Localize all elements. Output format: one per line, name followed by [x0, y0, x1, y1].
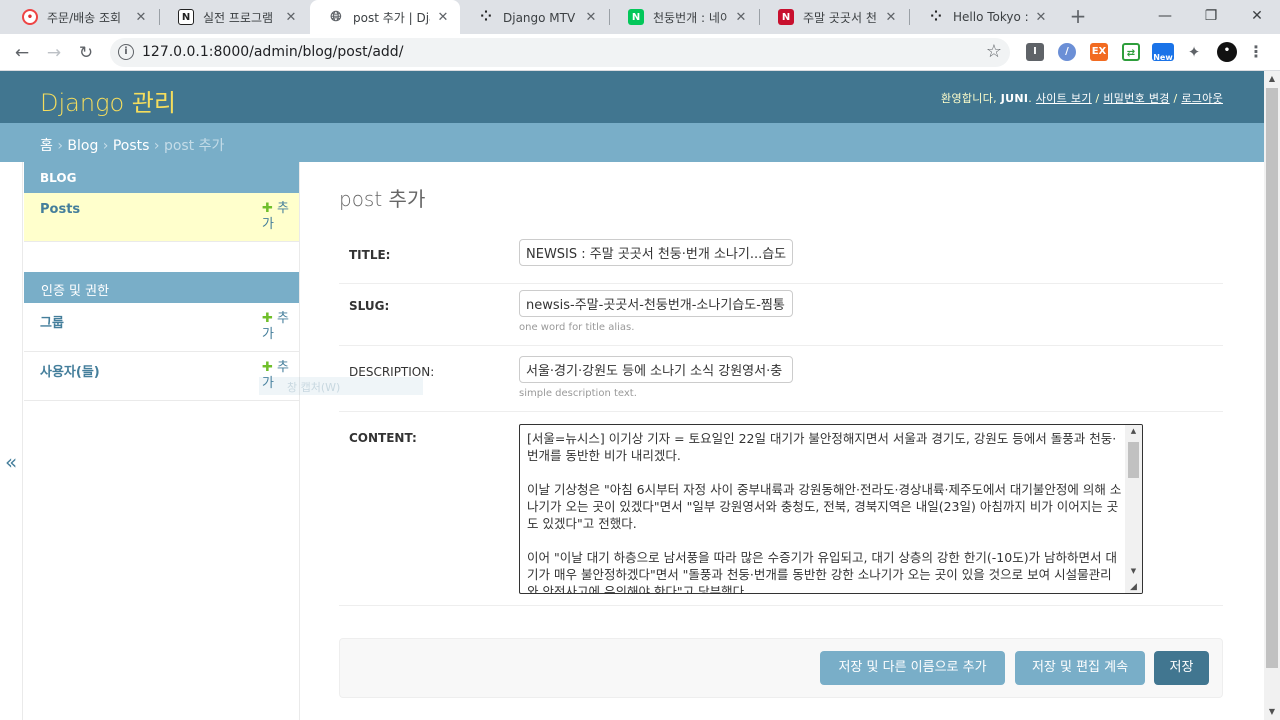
plus-icon: ✚ [262, 311, 273, 326]
page-scrollbar[interactable]: ▲ ▼ [1264, 71, 1280, 720]
close-tab-icon[interactable]: ✕ [1034, 10, 1048, 25]
shop-icon: • [22, 9, 38, 25]
form-row-slug: SLUG: one word for title alias. [339, 284, 1223, 346]
close-tab-icon[interactable]: ✕ [884, 10, 898, 25]
plus-icon: ✚ [262, 201, 273, 216]
form-row-description: DESCRIPTION: simple description text. [339, 346, 1223, 412]
form-row-content: CONTENT: [서울=뉴시스] 이기상 기자 = 토요일인 22일 대기가 … [339, 412, 1223, 606]
info-icon[interactable]: i [118, 44, 134, 60]
site-brand[interactable]: Django 관리 [40, 83, 176, 118]
bookmark-star-icon[interactable]: ☆ [986, 41, 1002, 62]
scroll-up-icon[interactable]: ▲ [1264, 71, 1280, 87]
avatar[interactable]: • [1217, 42, 1237, 62]
close-window-button[interactable]: ✕ [1234, 0, 1280, 34]
module-caption-blog[interactable]: BLOG [24, 162, 299, 193]
logout-link[interactable]: 로그아웃 [1181, 92, 1223, 105]
browser-tab[interactable]: N 천둥번개 : 네이 ✕ [610, 0, 758, 34]
toggle-sidebar-icon[interactable]: « [5, 450, 17, 474]
page-title: post 추가 [339, 187, 426, 211]
back-button[interactable]: ← [10, 41, 34, 65]
breadcrumb-posts[interactable]: Posts [113, 138, 150, 154]
admin-header: Django 관리 환영합니다, JUNI. 사이트 보기 / 비밀번호 변경 … [0, 71, 1264, 123]
close-tab-icon[interactable]: ✕ [436, 10, 450, 25]
user-tools: 환영합니다, JUNI. 사이트 보기 / 비밀번호 변경 / 로그아웃 [941, 92, 1223, 105]
sidebar-item-posts: Posts ✚ 추가 [24, 193, 299, 242]
close-tab-icon[interactable]: ✕ [284, 10, 298, 25]
browser-tab[interactable]: N 실전 프로그램 ✕ [160, 0, 308, 34]
new-tab-button[interactable]: + [1066, 5, 1090, 29]
sidebar-item-groups: 그룹 ✚ 추가 [24, 303, 299, 352]
minimize-button[interactable]: — [1142, 0, 1188, 34]
description-label: DESCRIPTION: [349, 365, 435, 379]
save-and-continue-button[interactable]: 저장 및 편집 계속 [1015, 651, 1145, 685]
url-text: 127.0.0.1:8000/admin/blog/post/add/ [142, 44, 404, 60]
content-textarea[interactable]: [서울=뉴시스] 이기상 기자 = 토요일인 22일 대기가 불안정해지면서 서… [519, 424, 1143, 594]
breadcrumb-home[interactable]: 홈 [40, 138, 53, 154]
save-and-add-another-button[interactable]: 저장 및 다른 이름으로 추가 [820, 651, 1005, 685]
module-caption-auth[interactable]: 인증 및 권한 [24, 272, 299, 303]
extension-icon[interactable]: I [1026, 43, 1044, 61]
browser-toolbar: ← → ↻ i 127.0.0.1:8000/admin/blog/post/a… [0, 34, 1280, 71]
browser-tab[interactable]: • 주문/배송 조회 ✕ [4, 0, 158, 34]
extension-icon[interactable]: / [1058, 43, 1076, 61]
address-bar[interactable]: i 127.0.0.1:8000/admin/blog/post/add/ ☆ [110, 38, 1010, 67]
browser-tab[interactable]: ⁘ Hello Tokyo :: ✕ [910, 0, 1058, 34]
sidebar-item-label[interactable]: 그룹 [40, 312, 64, 331]
description-help-text: simple description text. [519, 388, 637, 399]
sidebar-item-users: 사용자(들) ✚ 추가 [24, 352, 299, 401]
reload-button[interactable]: ↻ [74, 41, 98, 65]
close-tab-icon[interactable]: ✕ [734, 10, 748, 25]
resize-grip-icon[interactable]: ◢ [1125, 582, 1142, 592]
slug-input[interactable] [519, 290, 793, 317]
browser-tab-active[interactable]: 🌐︎ post 추가 | Djan ✕ [310, 0, 460, 34]
menu-icon[interactable]: ⋮ [1247, 43, 1265, 61]
forward-button[interactable]: → [42, 41, 66, 65]
close-tab-icon[interactable]: ✕ [584, 10, 598, 25]
title-input[interactable] [519, 239, 793, 266]
scroll-down-icon[interactable]: ▼ [1125, 567, 1142, 575]
sidebar-gutter [0, 162, 23, 720]
add-post-link[interactable]: ✚ 추가 [262, 201, 298, 233]
change-password-link[interactable]: 비밀번호 변경 [1103, 92, 1169, 105]
browser-tab[interactable]: ⁘ Django MTV 패 ✕ [460, 0, 608, 34]
content-label: CONTENT: [349, 431, 417, 445]
browser-tab-bar: • 주문/배송 조회 ✕ N 실전 프로그램 ✕ 🌐︎ post 추가 | Dj… [0, 0, 1280, 34]
breadcrumb-current: post 추가 [163, 138, 225, 154]
save-button[interactable]: 저장 [1154, 651, 1209, 685]
plus-icon: ✚ [262, 360, 273, 375]
slug-label: SLUG: [349, 299, 390, 313]
extension-icon[interactable]: EX [1090, 43, 1108, 61]
breadcrumb-blog[interactable]: Blog [67, 138, 98, 154]
textarea-scroll-thumb[interactable] [1128, 442, 1139, 478]
scrollbar-thumb[interactable] [1266, 88, 1278, 668]
puzzle-icon[interactable]: ✦ [1185, 43, 1203, 61]
extension-new-icon[interactable]: New [1152, 43, 1174, 62]
username: JUNI [1000, 92, 1029, 105]
sidebar-item-label[interactable]: Posts [40, 202, 80, 217]
scroll-down-icon[interactable]: ▼ [1264, 704, 1280, 720]
restore-button[interactable]: ❐ [1188, 0, 1234, 34]
globe-icon: 🌐︎ [330, 9, 342, 25]
add-group-link[interactable]: ✚ 추가 [262, 311, 298, 343]
notion-icon: N [178, 9, 194, 25]
naver-icon: N [628, 9, 644, 25]
description-input[interactable] [519, 356, 793, 383]
sidebar-item-label[interactable]: 사용자(들) [40, 361, 100, 380]
browser-tab[interactable]: N 주말 곳곳서 천 ✕ [760, 0, 908, 34]
tistory-icon: ⁘ [930, 9, 942, 25]
title-label: TITLE: [349, 248, 391, 262]
view-site-link[interactable]: 사이트 보기 [1036, 92, 1092, 105]
nav-sidebar: BLOG Posts ✚ 추가 인증 및 권한 그룹 ✚ 추가 사용자(들) ✚… [24, 162, 300, 720]
textarea-scrollbar[interactable]: ▲ ▼ ◢ [1125, 425, 1142, 593]
slug-help-text: one word for title alias. [519, 322, 635, 333]
scroll-up-icon[interactable]: ▲ [1125, 427, 1142, 435]
tistory-icon: ⁘ [480, 9, 492, 25]
extension-icon[interactable]: ⇄ [1122, 43, 1140, 61]
close-tab-icon[interactable]: ✕ [134, 10, 148, 25]
submit-row: 저장 및 다른 이름으로 추가 저장 및 편집 계속 저장 [339, 638, 1223, 698]
content-text: [서울=뉴시스] 이기상 기자 = 토요일인 22일 대기가 불안정해지면서 서… [527, 431, 1122, 594]
newsis-icon: N [778, 9, 794, 25]
form-row-title: TITLE: [339, 226, 1223, 284]
breadcrumb: 홈 › Blog › Posts › post 추가 [0, 123, 1264, 162]
